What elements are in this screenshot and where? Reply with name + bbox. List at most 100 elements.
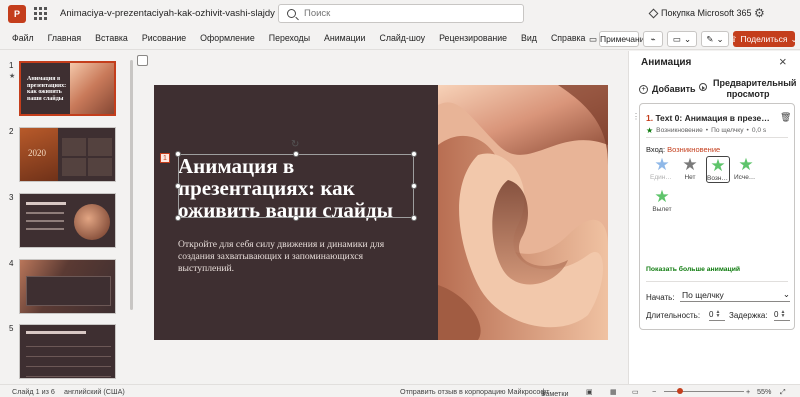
slide-abstract-image[interactable] bbox=[438, 85, 608, 340]
slide-thumbnail-panel: 1 ★ Анимация в презентациях: как оживить… bbox=[0, 51, 132, 384]
effect-option[interactable]: ★ Исчезновение bbox=[734, 156, 758, 182]
search-input[interactable] bbox=[304, 8, 504, 19]
ribbon-tab[interactable]: Справка bbox=[551, 33, 586, 43]
duration-label: Длительность: bbox=[646, 311, 701, 320]
thumbnail-title: Анимация в презентациях: как оживить ваш… bbox=[27, 76, 67, 102]
animation-item-number: 1. bbox=[646, 113, 654, 123]
close-icon[interactable]: × bbox=[779, 54, 787, 69]
settings-gear-icon[interactable]: ⚙ bbox=[754, 6, 765, 20]
ribbon-tab[interactable]: Оформление bbox=[200, 33, 255, 43]
effect-label: Исчезновение bbox=[734, 174, 758, 181]
buy-microsoft-365-link[interactable]: Покупка Microsoft 365 bbox=[648, 8, 752, 18]
animation-item-title[interactable]: 1. Text 0: Анимация в презента... bbox=[646, 113, 771, 123]
language-indicator[interactable]: английский (США) bbox=[64, 387, 125, 396]
zoom-slider[interactable] bbox=[664, 391, 744, 392]
catch-up-icon: ⌁ bbox=[650, 33, 656, 44]
normal-view-icon[interactable]: ▣ bbox=[586, 387, 593, 396]
animation-star-icon: ★ bbox=[9, 73, 16, 80]
zoom-in-icon[interactable]: + bbox=[746, 387, 750, 396]
ribbon-tab[interactable]: Вид bbox=[521, 33, 537, 43]
thumbnail-image[interactable] bbox=[19, 259, 116, 314]
effect-option[interactable]: ★ Вылет bbox=[650, 187, 674, 214]
resize-handle[interactable] bbox=[293, 215, 299, 221]
share-chevron-icon: ⌄ bbox=[790, 33, 798, 44]
comments-label: Примечания bbox=[599, 34, 650, 44]
resize-handle[interactable] bbox=[175, 151, 181, 157]
slide-subtitle[interactable]: Откройте для себя силу движения и динами… bbox=[178, 239, 403, 275]
ribbon-tab[interactable]: Переходы bbox=[269, 33, 310, 43]
delay-label: Задержка: bbox=[729, 311, 768, 320]
resize-handle[interactable] bbox=[293, 151, 299, 157]
effect-label: Вылет bbox=[652, 206, 672, 213]
app-launcher-icon[interactable] bbox=[32, 6, 48, 22]
delete-icon[interactable]: 🗑 bbox=[780, 112, 791, 123]
document-title[interactable]: Animaciya-v-prezentaciyah-kak-ozhivit-va… bbox=[60, 8, 275, 19]
search-icon bbox=[287, 9, 296, 18]
catch-up-button[interactable]: ⌁ bbox=[643, 31, 663, 47]
effect-label: Нет bbox=[684, 174, 696, 181]
comments-button[interactable]: ▭ Примечания bbox=[589, 31, 649, 47]
notes-label: Заметки bbox=[541, 389, 569, 397]
animation-item-meta: ★ Возникновение • По щелчку • 0,0 s bbox=[646, 126, 766, 135]
resize-handle[interactable] bbox=[175, 215, 181, 221]
present-button[interactable]: ▭ ⌄ bbox=[667, 31, 697, 47]
zoom-out-icon[interactable]: − bbox=[652, 387, 656, 396]
pane-title: Анимация bbox=[641, 57, 692, 68]
divider bbox=[646, 281, 788, 282]
fit-to-window-icon[interactable]: ⤢ bbox=[780, 387, 786, 397]
reading-view-icon[interactable]: ▭ bbox=[632, 387, 639, 396]
present-chevron-icon: ⌄ bbox=[683, 33, 692, 44]
ribbon-tab[interactable]: Анимации bbox=[324, 33, 365, 43]
preview-button[interactable]: Предварительный просмотр bbox=[699, 78, 796, 100]
thumbnail-image[interactable] bbox=[19, 324, 116, 379]
title-selection-box[interactable] bbox=[178, 154, 414, 218]
buy-label: Покупка Microsoft 365 bbox=[661, 8, 752, 18]
animation-pane: Анимация × + Добавить Предварительный пр… bbox=[628, 51, 800, 384]
share-button[interactable]: ⇪ Поделиться ⌄ bbox=[730, 31, 798, 47]
effect-star-icon: ★ bbox=[654, 187, 670, 206]
powerpoint-app-icon[interactable]: P bbox=[8, 4, 26, 23]
effect-option[interactable]: ★ Нет bbox=[678, 156, 702, 182]
start-dropdown[interactable]: По щелчку ⌄ bbox=[680, 288, 790, 302]
delay-input[interactable]: 0 ▲ ▼ bbox=[774, 308, 790, 321]
ribbon-tab[interactable]: Вставка bbox=[95, 33, 128, 43]
zoom-level[interactable]: 55% bbox=[757, 387, 771, 396]
add-animation-button[interactable]: + Добавить bbox=[639, 84, 696, 94]
meta-separator: • bbox=[705, 127, 709, 134]
show-more-animations-link[interactable]: Показать больше анимаций bbox=[646, 266, 740, 273]
spinner-icon[interactable]: ▲ ▼ bbox=[780, 310, 785, 319]
animation-item-card[interactable]: 1. Text 0: Анимация в презента... 🗑 ★ Во… bbox=[639, 103, 795, 330]
resize-handle[interactable] bbox=[175, 183, 181, 189]
spinner-icon[interactable]: ▲ ▼ bbox=[715, 310, 720, 319]
resize-handle[interactable] bbox=[411, 151, 417, 157]
comment-icon: ▭ bbox=[588, 33, 597, 44]
ribbon-tab[interactable]: Файл bbox=[12, 33, 34, 43]
thumbnail-image[interactable]: Анимация в презентациях: как оживить ваш… bbox=[19, 61, 116, 116]
thumbnail-image[interactable]: 2020 bbox=[19, 127, 116, 182]
ribbon-tab[interactable]: Главная bbox=[48, 33, 81, 43]
slide-sorter-icon[interactable]: ▦ bbox=[610, 387, 617, 396]
resize-handle[interactable] bbox=[411, 183, 417, 189]
thumbnail-image[interactable] bbox=[19, 193, 116, 248]
editing-chevron-icon: ⌄ bbox=[716, 33, 724, 44]
feedback-link[interactable]: Отправить отзыв в корпорацию Майкрософт bbox=[400, 387, 549, 396]
add-label: Добавить bbox=[652, 84, 696, 94]
resize-handle[interactable] bbox=[411, 215, 417, 221]
zoom-slider-thumb[interactable] bbox=[677, 388, 683, 394]
effect-option[interactable]: ★ Единообразная… bbox=[650, 156, 674, 182]
animation-item-name: Text 0: Анимация в презента... bbox=[655, 113, 771, 123]
rotate-handle-icon[interactable]: ↻ bbox=[291, 139, 299, 150]
editing-mode-button[interactable]: ✎ ⌄ bbox=[701, 31, 729, 47]
search-box[interactable] bbox=[278, 4, 524, 23]
share-icon: ⇪ bbox=[730, 33, 738, 44]
animation-order-tag[interactable]: 1 bbox=[160, 153, 170, 163]
thumbnail-scrollbar[interactable] bbox=[130, 60, 133, 310]
collapse-thumbnails-icon[interactable] bbox=[137, 55, 148, 66]
effect-option[interactable]: ★ Возникновение bbox=[706, 156, 730, 183]
meta-time: 0,0 s bbox=[751, 127, 767, 134]
ribbon-tab[interactable]: Слайд-шоу bbox=[379, 33, 425, 43]
duration-input[interactable]: 0 ▲ ▼ bbox=[709, 308, 725, 321]
ribbon-tab[interactable]: Рецензирование bbox=[439, 33, 507, 43]
ribbon-tab[interactable]: Рисование bbox=[142, 33, 186, 43]
meta-separator: • bbox=[746, 127, 749, 134]
